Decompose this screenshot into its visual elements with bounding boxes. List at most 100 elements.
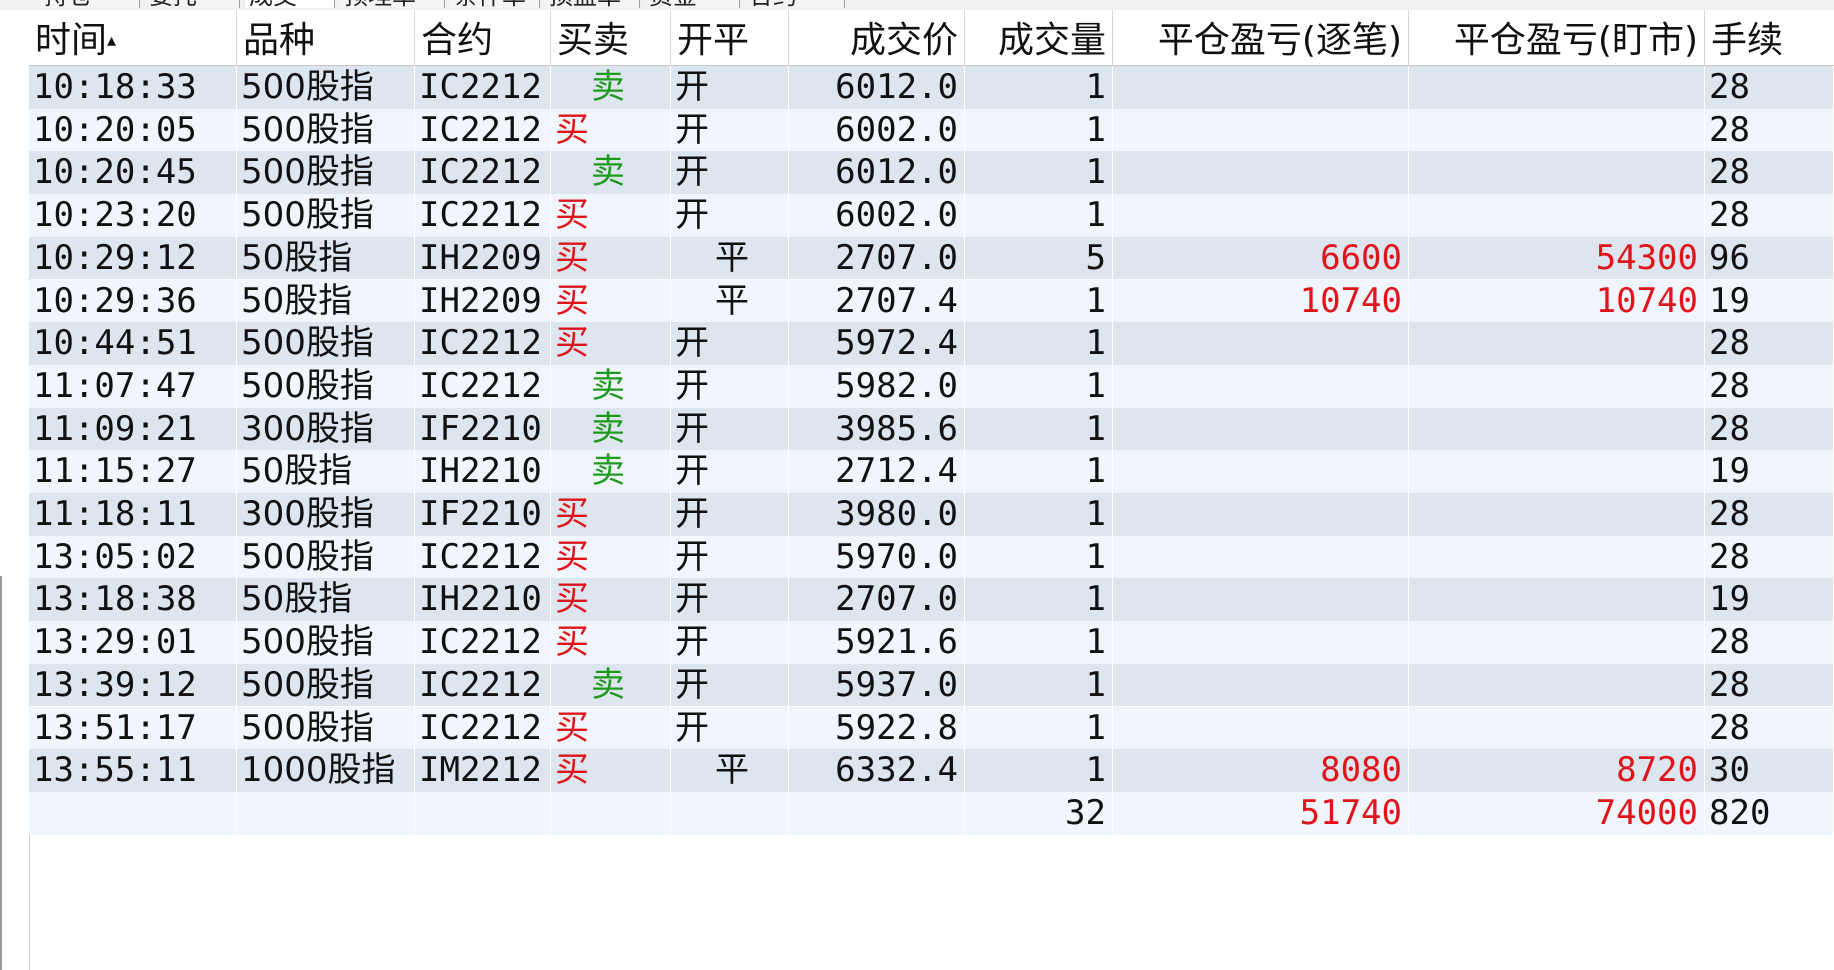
cell-close-pl-trade	[1113, 364, 1409, 408]
cell-variety: 500股指	[237, 322, 415, 365]
cell-contract: IC2212	[415, 663, 551, 707]
cell-contract: IC2212	[415, 194, 551, 237]
cell-price: 5982.0	[789, 364, 965, 408]
cell-buy-sell: 卖	[551, 66, 671, 109]
header-time[interactable]: 时间▴	[29, 10, 237, 65]
cell-close-pl-mark	[1409, 194, 1705, 237]
table-row[interactable]: 13:29:01 500股指 IC2212 买开 5921.6 1 28	[29, 621, 1834, 664]
total-fee: 820	[1705, 791, 1834, 835]
cell-close-pl-mark	[1409, 535, 1705, 579]
cell-time: 10:44:51	[29, 322, 237, 365]
table-row[interactable]: 13:55:11 1000股指 IM2212 买平 6332.4 1 8080 8720 30	[29, 749, 1834, 792]
cell-qty: 1	[965, 621, 1113, 664]
cell-contract: IC2212	[415, 151, 551, 195]
table-row[interactable]: 13:51:17 500股指 IC2212 买开 5922.8 1 28	[29, 706, 1834, 750]
table-row[interactable]: 11:07:47 500股指 IC2212 卖开 5982.0 1 28	[29, 364, 1834, 408]
cell-price: 5970.0	[789, 535, 965, 579]
cell-buy-sell: 卖	[551, 407, 671, 451]
header-price[interactable]: 成交价	[789, 10, 965, 65]
cell-empty	[671, 791, 789, 835]
cell-time: 10:18:33	[29, 66, 237, 109]
table-row[interactable]: 13:39:12 500股指 IC2212 卖开 5937.0 1 28	[29, 663, 1834, 707]
cell-close-pl-mark	[1409, 450, 1705, 493]
cell-variety: 50股指	[237, 279, 415, 323]
cell-time: 13:18:38	[29, 578, 237, 622]
cell-buy-sell: 买	[551, 535, 671, 579]
cell-fee: 28	[1705, 407, 1834, 451]
header-fee[interactable]: 手续	[1705, 10, 1834, 65]
table-row[interactable]: 13:18:38 50股指 IH2210 买开 2707.0 1 19	[29, 578, 1834, 622]
tab-6[interactable]: 资金	[645, 0, 740, 8]
table-row[interactable]: 10:29:36 50股指 IH2209 买平 2707.4 1 10740 10740 19	[29, 279, 1834, 323]
cell-price: 5972.4	[789, 322, 965, 365]
cell-contract: IH2209	[415, 279, 551, 323]
cell-open-close: 开	[671, 493, 789, 536]
header-buy-sell[interactable]: 买卖	[551, 10, 671, 65]
cell-open-close: 平	[671, 749, 789, 792]
table-row[interactable]: 10:20:05 500股指 IC2212 买开 6002.0 1 28	[29, 108, 1834, 152]
cell-price: 2712.4	[789, 450, 965, 493]
cell-time: 11:07:47	[29, 364, 237, 408]
tab-2[interactable]: 成交	[245, 0, 335, 8]
cell-qty: 1	[965, 66, 1113, 109]
cell-open-close: 开	[671, 364, 789, 408]
cell-buy-sell: 买	[551, 578, 671, 622]
table-row[interactable]: 10:29:12 50股指 IH2209 买平 2707.0 5 6600 54300 96	[29, 236, 1834, 280]
panel-divider[interactable]	[0, 576, 8, 970]
cell-close-pl-mark	[1409, 621, 1705, 664]
cell-qty: 1	[965, 364, 1113, 408]
table-row[interactable]: 10:44:51 500股指 IC2212 买开 5972.4 1 28	[29, 322, 1834, 365]
tab-1[interactable]: 委托	[145, 0, 240, 8]
header-open-close[interactable]: 开平	[671, 10, 789, 65]
header-contract[interactable]: 合约	[415, 10, 551, 65]
cell-close-pl-trade: 10740	[1113, 279, 1409, 323]
cell-open-close: 开	[671, 407, 789, 451]
cell-contract: IC2212	[415, 108, 551, 152]
cell-variety: 500股指	[237, 151, 415, 195]
cell-variety: 500股指	[237, 364, 415, 408]
cell-fee: 19	[1705, 578, 1834, 622]
tab-5[interactable]: 损盈单	[545, 0, 640, 8]
cell-qty: 1	[965, 322, 1113, 365]
cell-time: 13:51:17	[29, 706, 237, 750]
cell-buy-sell: 买	[551, 236, 671, 280]
header-close-pl-mark[interactable]: 平仓盈亏(盯市)	[1409, 10, 1705, 65]
cell-contract: IM2212	[415, 749, 551, 792]
cell-fee: 19	[1705, 450, 1834, 493]
cell-open-close: 开	[671, 578, 789, 622]
cell-close-pl-mark	[1409, 663, 1705, 707]
cell-open-close: 开	[671, 621, 789, 664]
cell-close-pl-trade	[1113, 493, 1409, 536]
header-qty[interactable]: 成交量	[965, 10, 1113, 65]
tab-3[interactable]: 预埋单	[340, 0, 445, 8]
left-panel-edge	[0, 10, 30, 970]
cell-price: 6012.0	[789, 151, 965, 195]
table-row[interactable]: 11:15:27 50股指 IH2210 卖开 2712.4 1 19	[29, 450, 1834, 493]
cell-price: 6332.4	[789, 749, 965, 792]
table-row[interactable]: 10:23:20 500股指 IC2212 买开 6002.0 1 28	[29, 194, 1834, 237]
cell-close-pl-mark	[1409, 322, 1705, 365]
cell-contract: IH2209	[415, 236, 551, 280]
cell-buy-sell: 卖	[551, 663, 671, 707]
cell-time: 10:29:36	[29, 279, 237, 323]
cell-fee: 96	[1705, 236, 1834, 280]
tab-4[interactable]: 条件单	[450, 0, 540, 8]
header-variety[interactable]: 品种	[237, 10, 415, 65]
table-row[interactable]: 11:09:21 300股指 IF2210 卖开 3985.6 1 28	[29, 407, 1834, 451]
cell-close-pl-mark	[1409, 108, 1705, 152]
table-row[interactable]: 13:05:02 500股指 IC2212 买开 5970.0 1 28	[29, 535, 1834, 579]
trades-table: 时间▴ 品种 合约 买卖 开平 成交价 成交量 平仓盈亏(逐笔) 平仓盈亏(盯市…	[29, 10, 1834, 970]
table-row[interactable]: 10:20:45 500股指 IC2212 卖开 6012.0 1 28	[29, 151, 1834, 195]
cell-qty: 1	[965, 578, 1113, 622]
tab-0[interactable]: 持仓	[40, 0, 140, 8]
cell-time: 13:55:11	[29, 749, 237, 792]
cell-open-close: 开	[671, 535, 789, 579]
cell-close-pl-mark: 54300	[1409, 236, 1705, 280]
header-close-pl-trade[interactable]: 平仓盈亏(逐笔)	[1113, 10, 1409, 65]
table-row[interactable]: 11:18:11 300股指 IF2210 买开 3980.0 1 28	[29, 493, 1834, 536]
cell-contract: IC2212	[415, 706, 551, 750]
cell-contract: IH2210	[415, 578, 551, 622]
cell-contract: IF2210	[415, 493, 551, 536]
tab-7[interactable]: 合约	[745, 0, 845, 8]
table-row[interactable]: 10:18:33 500股指 IC2212 卖开 6012.0 1 28	[29, 66, 1834, 109]
